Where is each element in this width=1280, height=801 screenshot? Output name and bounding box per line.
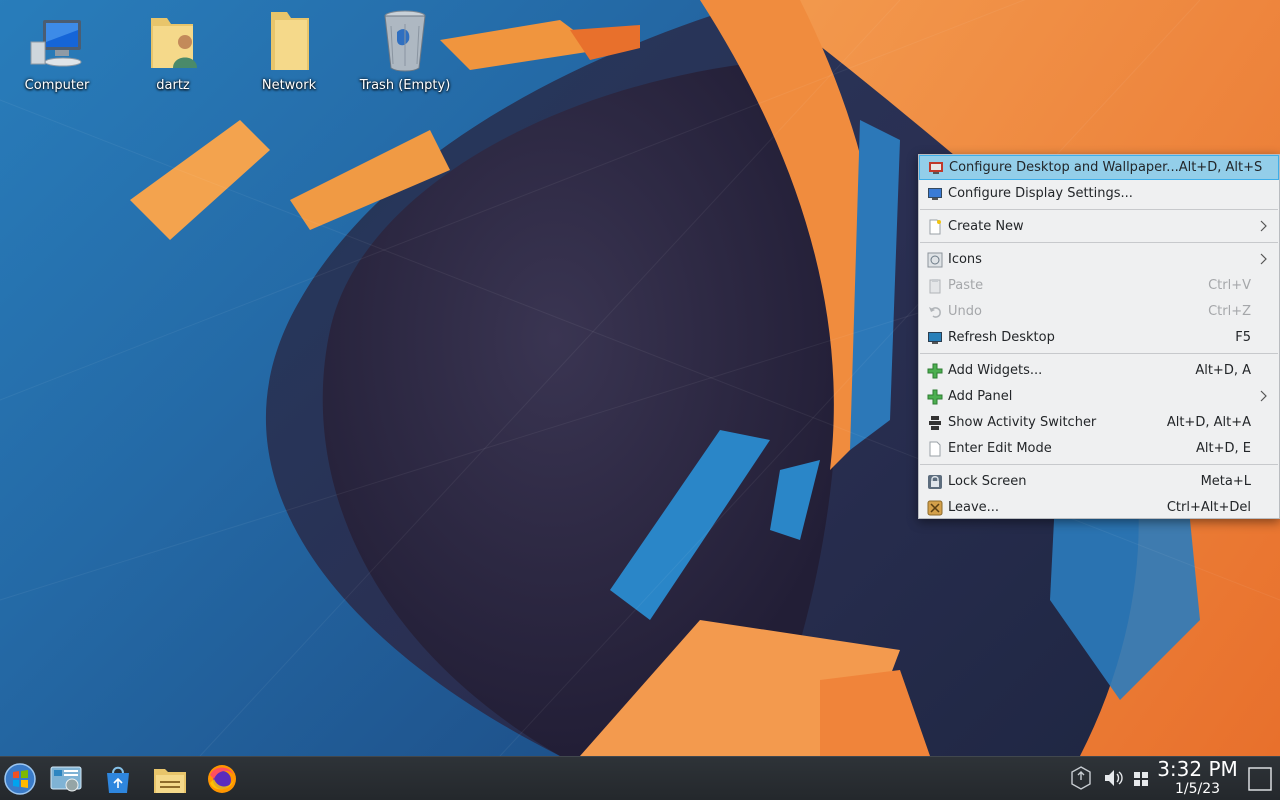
add-icon (927, 363, 943, 378)
desktop-icon-label: dartz (156, 78, 190, 93)
icons-icon (927, 252, 943, 267)
new-document-icon (929, 219, 941, 234)
clock-time[interactable]: 3:32 PM (1150, 757, 1245, 781)
chevron-right-icon (1260, 253, 1267, 265)
trash-icon (384, 10, 426, 72)
add-icon (927, 389, 943, 404)
menu-separator (920, 353, 1278, 354)
tray-volume[interactable] (1100, 765, 1126, 791)
paste-icon (929, 278, 941, 293)
file-manager-icon (154, 769, 186, 793)
desktop-icon-label: Network (261, 78, 317, 93)
desktop-context-menu: Configure Desktop and Wallpaper... Alt+D… (918, 154, 1280, 519)
menu-separator (920, 464, 1278, 465)
menu-item-refresh-desktop[interactable]: Refresh Desktop F5 (919, 325, 1279, 350)
desktop-icon-label: Trash (Empty) (359, 78, 451, 93)
chevron-right-icon (1260, 220, 1267, 232)
desktop-icon-label: Computer (24, 78, 90, 93)
tray-updates[interactable] (1068, 765, 1094, 791)
firefox-icon (208, 765, 236, 793)
start-menu-icon (4, 763, 36, 795)
volume-icon (1105, 770, 1123, 786)
menu-item-edit-mode[interactable]: Enter Edit Mode Alt+D, E (919, 436, 1279, 461)
menu-item-leave[interactable]: Leave... Ctrl+Alt+Del (919, 495, 1279, 520)
menu-item-icons[interactable]: Icons (919, 247, 1279, 272)
computer-icon (30, 20, 82, 67)
desktop-icon-network[interactable]: Network (234, 6, 344, 93)
show-desktop-button[interactable] (1246, 765, 1274, 793)
display-icon (928, 187, 942, 200)
clock-date[interactable]: 1/5/23 (1150, 780, 1245, 798)
taskbar-software-store[interactable] (100, 761, 136, 797)
taskbar-firefox[interactable] (204, 761, 240, 797)
leave-icon (927, 500, 943, 515)
refresh-desktop-icon (928, 331, 942, 344)
configure-desktop-icon (929, 161, 943, 174)
edit-mode-icon (929, 441, 941, 456)
desktop-icon-computer[interactable]: Computer (2, 6, 112, 93)
menu-item-undo[interactable]: Undo Ctrl+Z (919, 299, 1279, 324)
system-settings-icon (50, 766, 82, 792)
menu-item-configure-display[interactable]: Configure Display Settings... (919, 181, 1279, 206)
menu-item-create-new[interactable]: Create New (919, 214, 1279, 239)
menu-item-configure-desktop[interactable]: Configure Desktop and Wallpaper... Alt+D… (919, 155, 1279, 180)
folder-icon (271, 12, 309, 70)
menu-item-paste[interactable]: Paste Ctrl+V (919, 273, 1279, 298)
menu-separator (920, 209, 1278, 210)
user-folder-icon (151, 18, 197, 68)
show-desktop-icon (1248, 767, 1272, 791)
menu-item-add-panel[interactable]: Add Panel (919, 384, 1279, 409)
updates-icon (1071, 766, 1091, 790)
menu-item-add-widgets[interactable]: Add Widgets... Alt+D, A (919, 358, 1279, 383)
taskbar-file-manager[interactable] (152, 761, 188, 797)
menu-item-lock-screen[interactable]: Lock Screen Meta+L (919, 469, 1279, 494)
chevron-right-icon (1260, 390, 1267, 402)
taskbar-system-settings[interactable] (48, 761, 84, 797)
start-menu-button[interactable] (2, 761, 38, 797)
taskbar (0, 756, 1280, 800)
menu-item-activity-switcher[interactable]: Show Activity Switcher Alt+D, Alt+A (919, 410, 1279, 435)
desktop-icon-trash[interactable]: Trash (Empty) (350, 6, 460, 93)
lock-icon (928, 474, 942, 489)
desktop-icon-home[interactable]: dartz (118, 6, 228, 93)
software-store-icon (107, 766, 129, 793)
activities-icon (929, 415, 941, 430)
menu-separator (920, 242, 1278, 243)
undo-icon (929, 306, 941, 318)
